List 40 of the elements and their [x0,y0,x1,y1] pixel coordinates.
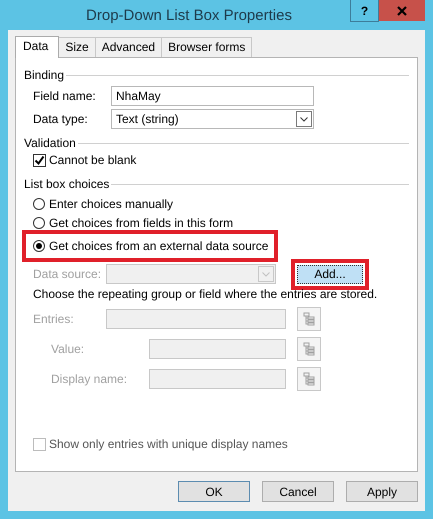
add-button[interactable]: Add... [297,264,363,284]
tab[interactable]: Browser forms [161,37,252,57]
tree-icon [303,312,315,326]
tree-picker-button[interactable] [297,307,321,331]
radio-label: Get choices from an external data source [49,239,268,253]
dialog-button[interactable]: OK [178,481,250,502]
radio-button[interactable] [33,240,45,252]
close-button[interactable] [379,0,425,21]
field-label: Value: [50,342,86,356]
help-button[interactable]: ? [350,0,379,22]
radio-label: Get choices from fields in this form [49,216,234,230]
field-label: Data type: [33,112,89,126]
close-icon [397,6,407,16]
dialog-button[interactable]: Apply [346,481,418,502]
radio-button[interactable] [33,216,45,228]
tree-icon [303,342,315,356]
tab[interactable]: Data [15,36,60,58]
dialog-button[interactable]: Cancel [262,481,334,502]
input-field[interactable]: NhaMay [111,86,314,106]
checkbox[interactable] [33,154,46,166]
checkbox-label: Cannot be blank [49,153,136,167]
field-label: Data source: [33,267,102,281]
tree-picker-button[interactable] [297,337,321,361]
tree-picker-button[interactable] [297,367,321,391]
input-field[interactable] [149,339,286,359]
group-heading: List box choices [24,177,110,191]
window-title: Drop-Down List Box Properties [85,6,293,24]
checkbox-label: Show only entries with unique display names [49,437,288,451]
field-label: Display name: [50,372,128,386]
group-heading: Validation [24,136,76,150]
radio-label: Enter choices manually [49,196,174,210]
dropdown-field[interactable]: Text (string) [111,109,314,129]
radio-button[interactable] [33,198,45,210]
group-heading: Binding [24,68,64,82]
tree-icon [303,372,315,386]
instruction-text: Choose the repeating group or field where the entries are stored. [32,287,378,301]
input-field[interactable] [106,309,286,329]
field-label: Field name: [33,89,97,103]
input-field[interactable] [149,369,286,389]
field-label: Entries: [32,312,75,326]
